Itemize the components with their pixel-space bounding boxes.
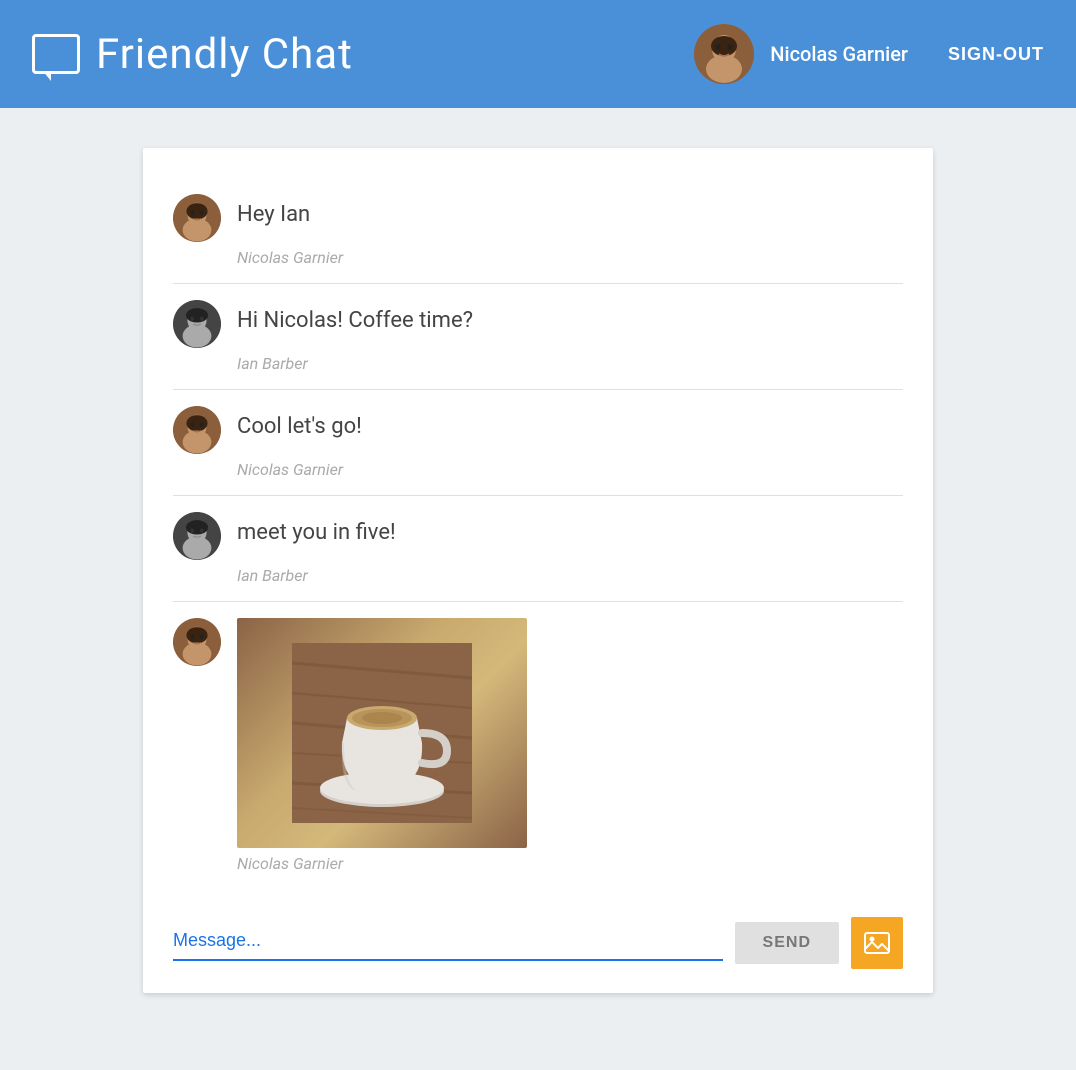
user-info: Nicolas Garnier SIGN-OUT [694, 24, 1044, 84]
app-title: Friendly Chat [96, 30, 353, 79]
message-avatar [173, 618, 221, 666]
message-sender: Ian Barber [237, 354, 903, 373]
main-content: Hey Ian Nicolas Garnier Hi Nicolas! Coff… [0, 108, 1076, 1033]
send-button[interactable]: SEND [735, 922, 839, 964]
app-header: Friendly Chat Nicolas Garnier SIGN-OUT [0, 0, 1076, 108]
message-item: Nicolas Garnier [173, 602, 903, 889]
message-sender: Ian Barber [237, 566, 903, 585]
sign-out-button[interactable]: SIGN-OUT [948, 44, 1044, 65]
message-avatar [173, 406, 221, 454]
chat-container: Hey Ian Nicolas Garnier Hi Nicolas! Coff… [143, 148, 933, 993]
message-row [173, 618, 903, 848]
image-icon [863, 929, 891, 957]
message-avatar [173, 512, 221, 560]
message-image [237, 618, 527, 848]
message-input[interactable] [173, 926, 723, 955]
message-text: Hi Nicolas! Coffee time? [237, 300, 473, 333]
message-avatar [173, 300, 221, 348]
user-avatar [694, 24, 754, 84]
message-sender: Nicolas Garnier [237, 854, 903, 873]
message-text: Hey Ian [237, 194, 310, 227]
message-sender: Nicolas Garnier [237, 460, 903, 479]
image-upload-button[interactable] [851, 917, 903, 969]
message-text: meet you in five! [237, 512, 396, 545]
input-area: SEND [173, 917, 903, 969]
message-input-wrapper [173, 926, 723, 961]
user-name: Nicolas Garnier [770, 42, 908, 66]
message-row: meet you in five! [173, 512, 903, 560]
message-row: Hey Ian [173, 194, 903, 242]
messages-list: Hey Ian Nicolas Garnier Hi Nicolas! Coff… [173, 178, 903, 889]
message-item: Cool let's go! Nicolas Garnier [173, 390, 903, 496]
message-item: Hey Ian Nicolas Garnier [173, 178, 903, 284]
message-row: Cool let's go! [173, 406, 903, 454]
message-sender: Nicolas Garnier [237, 248, 903, 267]
message-avatar [173, 194, 221, 242]
input-underline [173, 959, 723, 961]
app-logo: Friendly Chat [32, 30, 694, 79]
message-text: Cool let's go! [237, 406, 362, 439]
chat-icon [32, 34, 80, 74]
message-item: meet you in five! Ian Barber [173, 496, 903, 602]
message-row: Hi Nicolas! Coffee time? [173, 300, 903, 348]
message-item: Hi Nicolas! Coffee time? Ian Barber [173, 284, 903, 390]
